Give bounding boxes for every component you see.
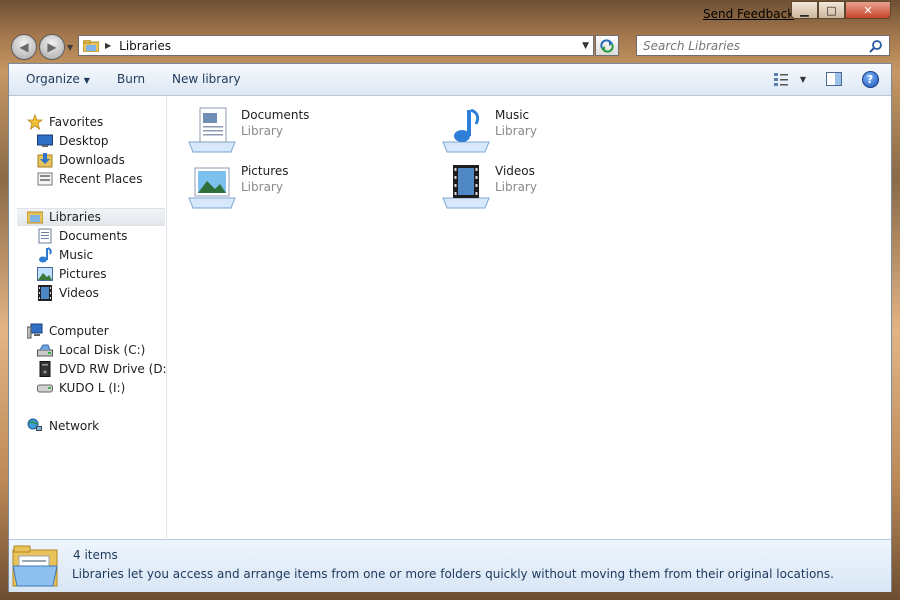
recent-places-icon <box>37 171 53 187</box>
nav-usb-drive[interactable]: KUDO L (I:) <box>37 379 125 397</box>
library-name: Videos <box>495 164 535 178</box>
nav-desktop[interactable]: Desktop <box>37 132 109 150</box>
library-type: Library <box>495 124 537 138</box>
music-icon <box>37 247 53 263</box>
command-bar: Organize ▼ Burn New library ▼ ? <box>9 64 891 96</box>
library-type: Library <box>495 180 537 194</box>
nav-dvd-drive[interactable]: DVD RW Drive (D:) Q <box>37 360 185 378</box>
nav-label: Downloads <box>59 153 125 167</box>
nav-label: Pictures <box>59 267 107 281</box>
nav-label: Desktop <box>59 134 109 148</box>
help-button[interactable]: ? <box>861 70 879 88</box>
search-box[interactable] <box>636 35 890 56</box>
network-icon <box>27 418 43 434</box>
videos-library-icon <box>442 165 490 209</box>
downloads-icon <box>37 152 53 168</box>
music-library-icon <box>442 108 490 153</box>
view-options-icon <box>773 73 788 86</box>
libraries-icon <box>27 209 43 225</box>
nav-label: Local Disk (C:) <box>59 343 146 357</box>
nav-downloads[interactable]: Downloads <box>37 151 125 169</box>
new-library-button[interactable]: New library <box>172 72 241 86</box>
details-pane: 4 items Libraries let you access and arr… <box>9 539 891 592</box>
explorer-window: Organize ▼ Burn New library ▼ ? Favorite… <box>8 63 892 592</box>
nav-label: DVD RW Drive (D:) Q <box>59 362 185 376</box>
libraries-icon <box>83 39 99 52</box>
nav-music[interactable]: Music <box>37 246 93 264</box>
help-icon: ? <box>861 70 879 88</box>
chevron-down-icon[interactable]: ▼ <box>800 75 806 84</box>
nav-label: Recent Places <box>59 172 143 186</box>
libraries-folder-icon <box>12 545 58 587</box>
nav-label: Music <box>59 248 94 262</box>
organize-button[interactable]: Organize ▼ <box>26 72 90 86</box>
breadcrumb-libraries[interactable]: Libraries <box>119 39 171 53</box>
maximize-button[interactable]: □ <box>818 1 845 19</box>
nav-label: Computer <box>49 324 109 338</box>
documents-library-icon <box>188 107 236 153</box>
libraries-view: Documents Library Music Library Pictures… <box>167 96 891 538</box>
library-type: Library <box>241 124 283 138</box>
chevron-down-icon: ▼ <box>83 76 90 85</box>
usb-drive-icon <box>37 380 53 396</box>
nav-recent-places[interactable]: Recent Places <box>37 170 142 188</box>
item-count: 4 items <box>73 548 118 562</box>
pictures-library-icon <box>188 167 236 209</box>
breadcrumb-separator[interactable]: ▶ <box>105 41 111 50</box>
close-button[interactable]: ✕ <box>845 1 891 19</box>
documents-icon <box>37 228 53 244</box>
search-icon[interactable] <box>869 39 883 53</box>
library-tile-documents[interactable]: Documents Library <box>187 106 427 154</box>
hard-disk-icon <box>37 342 53 358</box>
nav-documents[interactable]: Documents <box>37 227 127 245</box>
nav-label: Favorites <box>49 115 104 129</box>
preview-pane-icon <box>826 72 842 86</box>
refresh-icon <box>600 38 614 53</box>
send-feedback-link[interactable]: Send Feedback <box>703 7 794 21</box>
library-tile-pictures[interactable]: Pictures Library <box>187 162 427 210</box>
libraries-description: Libraries let you access and arrange ite… <box>72 567 834 581</box>
pictures-icon <box>37 266 53 282</box>
nav-computer[interactable]: Computer <box>27 322 109 340</box>
forward-button[interactable]: ▶ <box>39 34 65 60</box>
computer-icon <box>27 323 43 339</box>
dvd-drive-icon <box>37 361 53 377</box>
nav-local-disk[interactable]: Local Disk (C:) <box>37 341 145 359</box>
address-bar[interactable]: ▶ Libraries ▼ <box>78 35 594 56</box>
nav-pictures[interactable]: Pictures <box>37 265 107 283</box>
minimize-button[interactable]: ▁ <box>791 1 818 19</box>
library-name: Documents <box>241 108 310 122</box>
refresh-button[interactable] <box>595 35 619 56</box>
nav-label: Videos <box>59 286 99 300</box>
address-history-dropdown[interactable]: ▼ <box>582 41 589 51</box>
change-view-button[interactable]: ▼ <box>770 70 810 88</box>
nav-videos[interactable]: Videos <box>37 284 99 302</box>
library-type: Library <box>241 180 283 194</box>
search-input[interactable] <box>643 38 853 53</box>
window-controls: ▁ □ ✕ <box>791 1 891 19</box>
navigation-pane: Favorites Desktop Downloads Recent Place… <box>9 96 185 538</box>
nav-label: Documents <box>59 229 128 243</box>
nav-label: Network <box>49 419 100 433</box>
recent-pages-dropdown[interactable]: ▼ <box>67 43 73 52</box>
burn-button[interactable]: Burn <box>117 72 145 86</box>
back-button[interactable]: ◀ <box>11 34 37 60</box>
nav-favorites[interactable]: Favorites <box>27 113 103 131</box>
star-icon <box>27 114 43 130</box>
nav-libraries[interactable]: Libraries <box>17 208 165 226</box>
library-name: Music <box>495 108 530 122</box>
videos-icon <box>37 285 53 301</box>
nav-label: KUDO L (I:) <box>59 381 126 395</box>
library-tile-music[interactable]: Music Library <box>441 106 681 154</box>
desktop-icon <box>37 133 53 149</box>
preview-pane-button[interactable] <box>825 70 843 88</box>
library-name: Pictures <box>241 164 289 178</box>
nav-label: Libraries <box>49 210 101 224</box>
library-tile-videos[interactable]: Videos Library <box>441 162 681 210</box>
nav-network[interactable]: Network <box>27 417 99 435</box>
